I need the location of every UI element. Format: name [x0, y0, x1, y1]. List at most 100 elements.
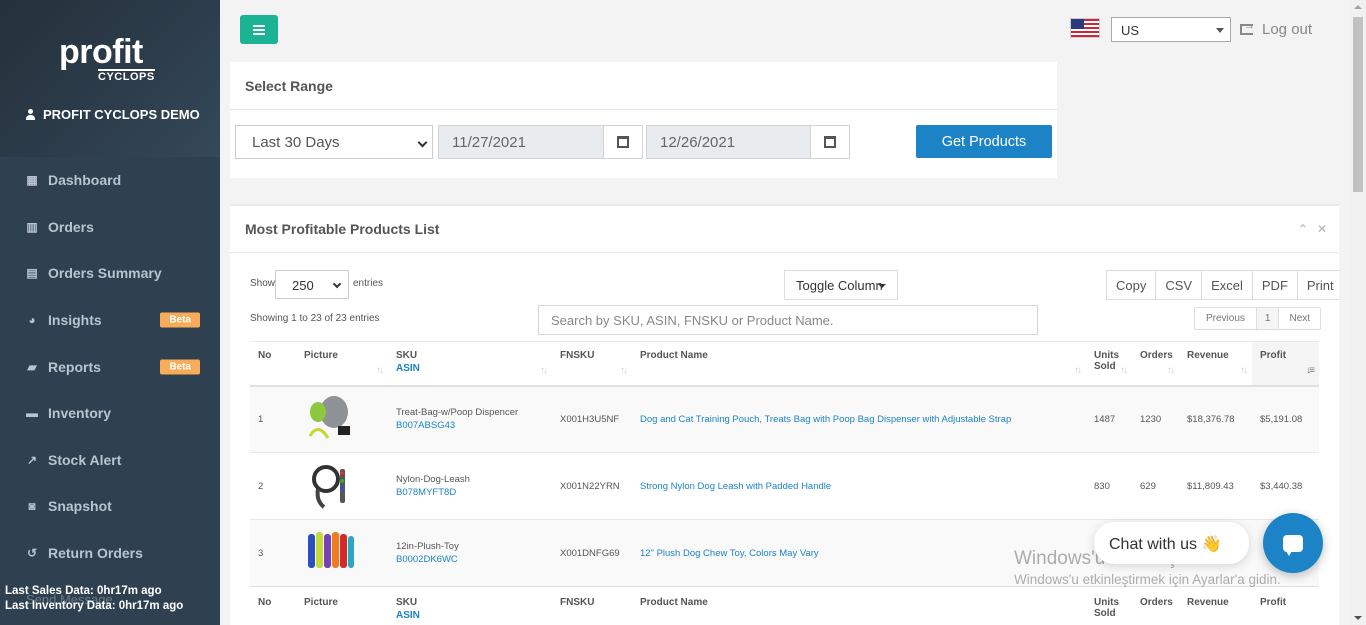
- user-name: PROFIT CYCLOPS DEMO: [43, 107, 200, 122]
- caret-down-icon: [1216, 28, 1224, 33]
- page-size-select[interactable]: 250: [275, 270, 349, 299]
- sidebar-item-orders[interactable]: ▥ Orders: [0, 204, 220, 251]
- dashboard-icon: ▦: [26, 173, 38, 188]
- user-profile[interactable]: PROFIT CYCLOPS DEMO: [26, 107, 200, 122]
- asin-link[interactable]: B078MYFT8D: [396, 487, 544, 498]
- start-date-calendar-button[interactable]: [603, 125, 643, 159]
- logo-subtext: CYCLOPS: [98, 69, 155, 83]
- pagination: Previous 1 Next: [1194, 307, 1322, 330]
- sidebar-item-return-orders[interactable]: ↺ Return Orders: [0, 530, 220, 577]
- collapse-icon[interactable]: ⌃: [1298, 222, 1308, 236]
- footer-sku: SKU ASIN: [388, 586, 552, 625]
- briefcase-icon: ▬: [26, 406, 38, 421]
- bar-chart-icon: ▥: [26, 219, 38, 234]
- sidebar-header: profit CYCLOPS PROFIT CYCLOPS DEMO: [0, 0, 220, 157]
- product-name-link[interactable]: Dog and Cat Training Pouch, Treats Bag w…: [640, 414, 1011, 425]
- caret-down-icon: [878, 284, 886, 288]
- copy-button[interactable]: Copy: [1107, 271, 1156, 299]
- last-inventory-data: Last Inventory Data: 0hr17m ago: [5, 600, 184, 612]
- calendar-icon: [617, 136, 629, 148]
- table-row[interactable]: 2 Nylon-Dog-Leash B078MYFT8D X001N22YRN S…: [250, 452, 1319, 520]
- sort-icon: ↑↓: [540, 364, 548, 376]
- column-header-picture[interactable]: Picture ↑↓: [296, 341, 388, 387]
- end-date-input[interactable]: 12/26/2021: [646, 125, 811, 159]
- country-select[interactable]: US: [1111, 17, 1231, 42]
- end-date-calendar-button[interactable]: [810, 125, 850, 159]
- column-header-sku[interactable]: SKU ASIN ↑↓: [388, 341, 552, 387]
- column-header-fnsku[interactable]: FNSKU ↑↓: [552, 341, 632, 387]
- column-header-revenue[interactable]: Revenue ↑↓: [1179, 341, 1252, 387]
- chevron-down-icon: [332, 279, 342, 289]
- chat-prompt[interactable]: Chat with us 👋: [1094, 522, 1249, 564]
- logo-text: profit: [59, 33, 143, 71]
- cell-sku: Nylon-Dog-Leash B078MYFT8D: [388, 452, 552, 520]
- sidebar-item-label: Return Orders: [48, 545, 143, 562]
- camera-icon: ◙: [28, 499, 36, 514]
- print-button[interactable]: Print: [1296, 271, 1339, 299]
- get-products-button[interactable]: Get Products: [916, 125, 1052, 158]
- cell-picture: [296, 452, 388, 520]
- cell-orders: 1230: [1132, 385, 1179, 453]
- logout-link[interactable]: Log out: [1240, 20, 1313, 38]
- pdf-button[interactable]: PDF: [1251, 271, 1297, 299]
- toggle-column-label: Toggle Column: [796, 278, 883, 293]
- current-page-button[interactable]: 1: [1255, 308, 1279, 329]
- asin-link[interactable]: B0002DK6WC: [396, 554, 544, 565]
- sidebar-item-label: Reports: [48, 358, 101, 375]
- footer-picture: Picture: [296, 586, 388, 625]
- beta-badge: Beta: [160, 359, 200, 375]
- sign-out-icon: [1240, 20, 1255, 35]
- next-page-button[interactable]: Next: [1278, 308, 1321, 329]
- sidebar-item-snapshot[interactable]: ◙ Snapshot: [0, 483, 220, 530]
- footer-orders: Orders: [1132, 586, 1179, 625]
- column-header-no[interactable]: No: [250, 341, 296, 387]
- hamburger-icon: [253, 24, 265, 35]
- show-label: Show: [250, 278, 276, 289]
- column-header-product-name[interactable]: Product Name ↑↓: [632, 341, 1086, 387]
- sidebar-item-dashboard[interactable]: ▦ Dashboard: [0, 157, 220, 204]
- chevron-down-icon: [417, 137, 428, 148]
- product-name-link[interactable]: Strong Nylon Dog Leash with Padded Handl…: [640, 481, 831, 492]
- sidebar-nav: ▦ Dashboard ▥ Orders ▤ Orders Summary ◕ …: [0, 157, 220, 576]
- chat-icon: [1283, 534, 1303, 556]
- sidebar-item-inventory[interactable]: ▬ Inventory: [0, 390, 220, 437]
- page-scrollbar[interactable]: [1349, 0, 1366, 625]
- sort-icon: ↑↓: [376, 364, 384, 376]
- sidebar-item-orders-summary[interactable]: ▤ Orders Summary: [0, 250, 220, 297]
- sidebar-item-label: Orders: [48, 218, 94, 235]
- sidebar-item-insights[interactable]: ◕ Insights Beta: [0, 297, 220, 344]
- cell-sku: Treat-Bag-w/Poop Dispencer B007ABSG43: [388, 385, 552, 453]
- sidebar: profit CYCLOPS PROFIT CYCLOPS DEMO ▦ Das…: [0, 0, 220, 625]
- product-search-input[interactable]: Search by SKU, ASIN, FNSKU or Product Na…: [538, 305, 1038, 335]
- scroll-down-icon[interactable]: [1354, 616, 1362, 620]
- chat-button[interactable]: [1263, 513, 1323, 573]
- product-name-link[interactable]: 12" Plush Dog Chew Toy, Colors May Vary: [640, 548, 819, 559]
- scroll-up-icon[interactable]: [1354, 5, 1362, 9]
- user-icon: [26, 109, 35, 120]
- pie-chart-icon: ◕: [28, 313, 36, 328]
- start-date-input[interactable]: 11/27/2021: [438, 125, 604, 159]
- panel-title: Most Profitable Products List: [245, 221, 440, 237]
- toggle-column-button[interactable]: Toggle Column: [784, 270, 898, 300]
- sidebar-item-label: Insights: [48, 312, 102, 329]
- previous-page-button[interactable]: Previous: [1195, 308, 1256, 329]
- close-icon[interactable]: ✕: [1317, 222, 1327, 236]
- product-image: [308, 531, 354, 568]
- cell-product-name: 12" Plush Dog Chew Toy, Colors May Vary: [632, 519, 1086, 587]
- logo[interactable]: profit CYCLOPS: [59, 34, 169, 84]
- sidebar-item-reports[interactable]: ▰ Reports Beta: [0, 343, 220, 390]
- footer-no: No: [250, 586, 296, 625]
- scrollbar-thumb[interactable]: [1353, 17, 1363, 192]
- logout-label: Log out: [1262, 21, 1313, 38]
- menu-toggle-button[interactable]: [240, 15, 278, 44]
- column-header-orders[interactable]: Orders ↑↓: [1132, 341, 1179, 387]
- range-preset-select[interactable]: Last 30 Days: [235, 125, 433, 159]
- column-header-profit[interactable]: Profit ↓≡: [1252, 341, 1319, 387]
- table-row[interactable]: 1 Treat-Bag-w/Poop Dispencer B007ABSG43 X…: [250, 385, 1319, 453]
- column-header-units-sold[interactable]: Units Sold ↑↓: [1086, 341, 1132, 387]
- sidebar-item-stock-alert[interactable]: ↗ Stock Alert: [0, 437, 220, 484]
- csv-button[interactable]: CSV: [1155, 271, 1202, 299]
- excel-button[interactable]: Excel: [1201, 271, 1252, 299]
- cell-product-name: Strong Nylon Dog Leash with Padded Handl…: [632, 452, 1086, 520]
- asin-link[interactable]: B007ABSG43: [396, 420, 544, 431]
